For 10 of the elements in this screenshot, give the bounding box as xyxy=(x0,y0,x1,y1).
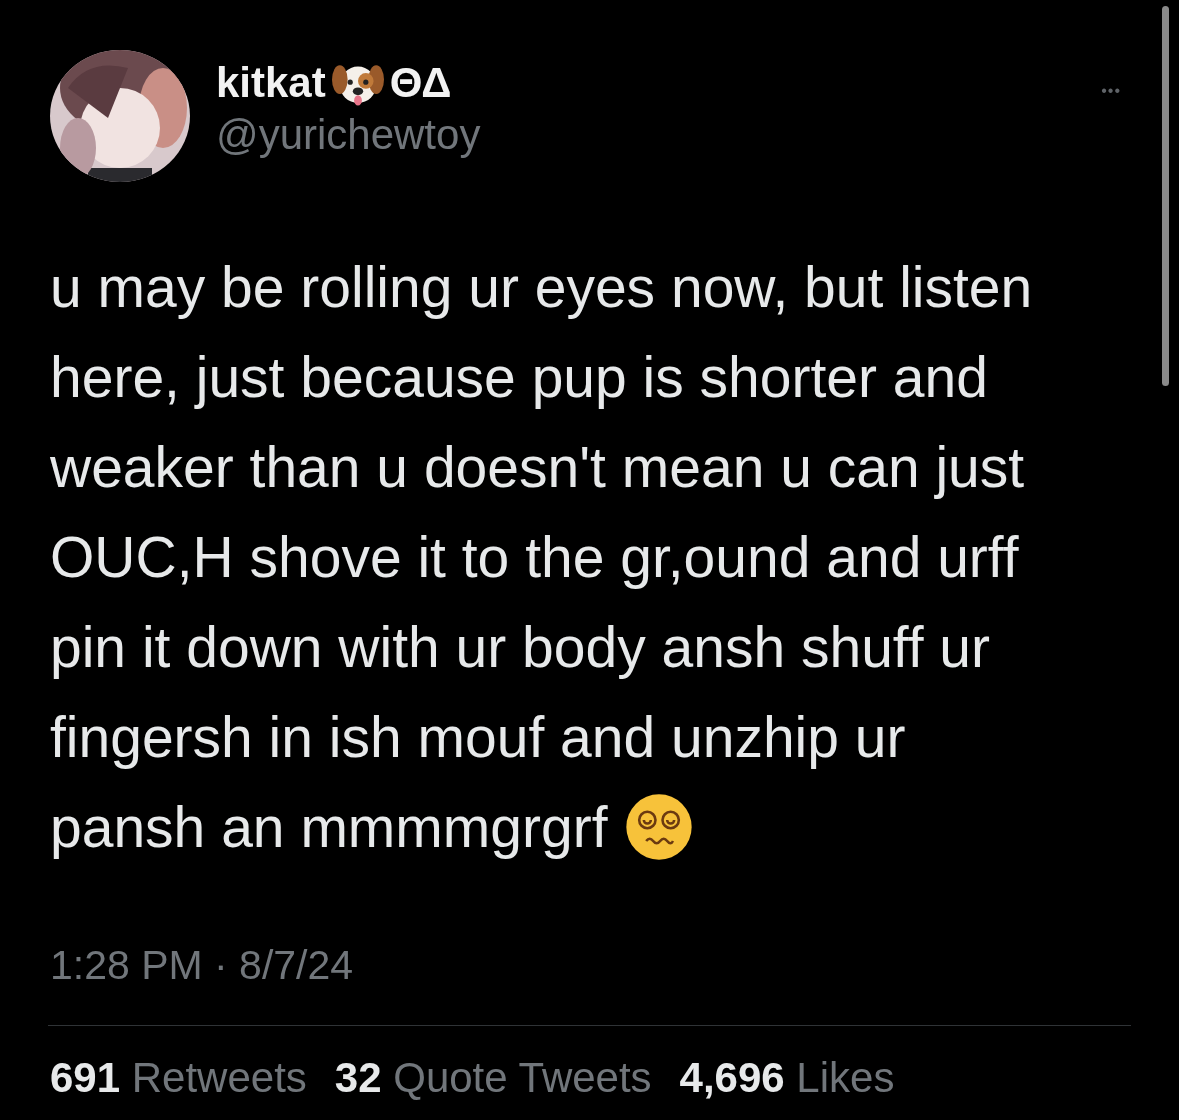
tweet-text: pansh an mmmmgrgrf xyxy=(50,794,608,861)
dizzy-face-icon xyxy=(623,792,694,862)
display-name[interactable]: kitkat xyxy=(216,59,326,107)
stat-link[interactable]: 4,696 Likes xyxy=(679,1054,895,1102)
stat-link[interactable]: 32 Quote Tweets xyxy=(334,1054,652,1102)
timestamp[interactable]: 1:28 PM · 8/7/24 xyxy=(0,872,1179,989)
username[interactable]: @yurichewtoy xyxy=(216,111,1078,159)
stat-link[interactable]: 691 Retweets xyxy=(50,1054,307,1102)
name-symbols: ΘΔ xyxy=(389,59,452,107)
scrollbar[interactable] xyxy=(1162,6,1169,386)
